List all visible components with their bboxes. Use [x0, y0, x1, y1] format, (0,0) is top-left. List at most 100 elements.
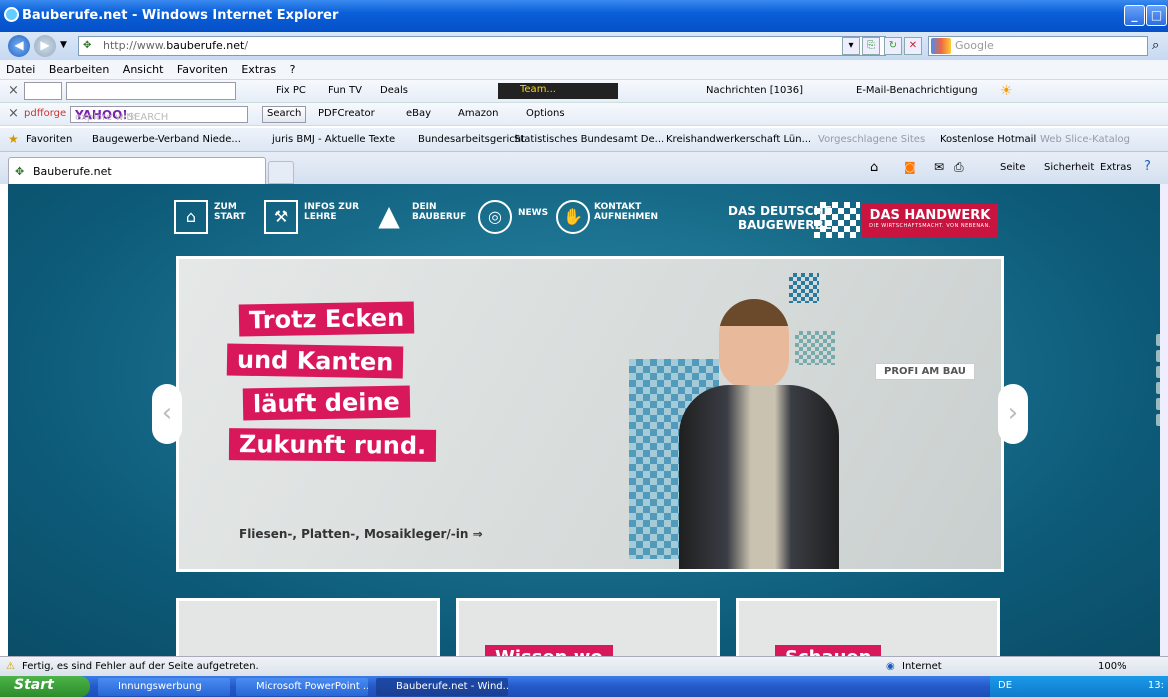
nav-bauberuf[interactable]: DEIN BAUBERUF: [412, 202, 466, 222]
maximize-button[interactable]: □: [1146, 5, 1167, 26]
nav-news[interactable]: NEWS: [518, 208, 548, 218]
task-ie-bauberufe[interactable]: Bauberufe.net - Wind...: [376, 678, 508, 696]
fav-statistisches[interactable]: Statistisches Bundesamt De...: [514, 134, 664, 145]
menu-extras[interactable]: Extras: [241, 63, 276, 76]
toolbar-ebay[interactable]: eBay: [406, 108, 431, 119]
forward-button[interactable]: ▶: [34, 35, 56, 57]
new-tab-button[interactable]: [268, 161, 294, 184]
system-tray: DE 13:: [990, 676, 1168, 697]
minimize-button[interactable]: _: [1124, 5, 1145, 26]
task-powerpoint[interactable]: Microsoft PowerPoint ...: [236, 678, 368, 696]
slider-prev-icon[interactable]: ‹: [152, 384, 182, 444]
hero-slider[interactable]: Trotz Ecken und Kanten läuft deine Zukun…: [176, 256, 1004, 572]
toolbar-options[interactable]: Options: [526, 108, 565, 119]
slider-next-icon[interactable]: ›: [998, 384, 1028, 444]
toolbar-deals[interactable]: Deals: [380, 85, 408, 96]
address-dropdown-icon[interactable]: ▾: [842, 37, 860, 55]
handwerk-logo[interactable]: DAS HANDWERK DIE WIRTSCHAFTSMACHT. VON N…: [862, 204, 998, 238]
search-input[interactable]: Google: [928, 36, 1148, 56]
toolbar-email[interactable]: E-Mail-Benachrichtigung: [856, 85, 978, 96]
tab-bauberufe[interactable]: ✥ Bauberufe.net: [8, 157, 266, 184]
tool-icon[interactable]: ⚒: [264, 200, 298, 234]
tool-seite[interactable]: Seite: [1000, 162, 1025, 173]
fav-bundesarbeitsgericht[interactable]: Bundesarbeitsgericht: [418, 134, 525, 145]
globe-icon[interactable]: ◎: [478, 200, 512, 234]
zoom-level[interactable]: 100%: [1098, 661, 1127, 672]
toolbar-logo-dropdown[interactable]: [24, 82, 62, 100]
tool-sicherheit[interactable]: Sicherheit: [1044, 162, 1094, 173]
addon-toolbar-1: × Fix PC Fun TV Deals Team... Nachrichte…: [0, 80, 1168, 103]
tool-extras[interactable]: Extras: [1100, 162, 1132, 173]
toolbar-funtv[interactable]: Fun TV: [328, 85, 362, 96]
fav-webslice[interactable]: Web Slice-Katalog: [1040, 134, 1130, 145]
stop-icon[interactable]: ✕: [904, 37, 922, 55]
search-placeholder: Google: [955, 39, 994, 52]
menu-datei[interactable]: Datei: [6, 63, 35, 76]
menu-ansicht[interactable]: Ansicht: [123, 63, 164, 76]
rss-icon[interactable]: ◙: [904, 160, 916, 174]
weather-icon[interactable]: ☀: [1000, 83, 1013, 99]
hero-caption-link[interactable]: Fliesen-, Platten-, Mosaikleger/-in ⇒: [239, 527, 483, 541]
tab-row: ✥ Bauberufe.net ⌂ ◙ ✉ ⎙ Seite Sicherheit…: [0, 152, 1168, 184]
start-button[interactable]: Start: [0, 676, 90, 697]
handshake-icon[interactable]: ✋: [556, 200, 590, 234]
refresh-icon[interactable]: ↻: [884, 37, 902, 55]
teaser-tile-1[interactable]: [176, 598, 440, 656]
fav-hotmail[interactable]: Kostenlose Hotmail: [940, 134, 1036, 145]
menu-favoriten[interactable]: Favoriten: [177, 63, 228, 76]
toolbar-pdfcreator[interactable]: PDFCreator: [318, 108, 375, 119]
warning-icon[interactable]: ⚠: [6, 661, 15, 672]
toolbar-team[interactable]: Team...: [498, 83, 618, 99]
nav-start[interactable]: ZUM START: [214, 202, 246, 222]
clock[interactable]: 13:: [1148, 680, 1164, 691]
language-indicator[interactable]: DE: [998, 680, 1012, 691]
tile2-headline: Wissen wo: [485, 645, 613, 656]
toolbar-amazon[interactable]: Amazon: [458, 108, 498, 119]
status-bar: ⚠ Fertig, es sind Fehler auf der Seite a…: [0, 656, 1168, 676]
fav-juris[interactable]: juris BMJ - Aktuelle Texte: [272, 134, 395, 145]
fav-baugewerbe[interactable]: Baugewerbe-Verband Niede...: [92, 134, 241, 145]
url-suffix: /: [244, 39, 249, 52]
fav-kreishandwerkerschaft[interactable]: Kreishandwerkerschaft Lün...: [666, 134, 811, 145]
search-button[interactable]: Search: [262, 106, 307, 123]
address-bar[interactable]: ✥ http://www.bauberufe.net/: [78, 36, 886, 56]
back-button[interactable]: ◀: [8, 35, 30, 57]
nav-lehre-l2: LEHRE: [304, 212, 337, 222]
fav-vorgeschlagene[interactable]: Vorgeschlagene Sites: [818, 134, 925, 145]
home-icon[interactable]: ⌂: [870, 160, 878, 175]
toolbar1-input[interactable]: [66, 82, 236, 100]
profi-badge: PROFI AM BAU: [875, 363, 975, 380]
menu-bearbeiten[interactable]: Bearbeiten: [49, 63, 109, 76]
mail-icon[interactable]: ✉: [934, 160, 944, 174]
nav-kontakt-l2: AUFNEHMEN: [594, 212, 658, 222]
history-dropdown-icon[interactable]: ▼: [60, 40, 67, 50]
vertical-scrollbar[interactable]: [1160, 184, 1168, 656]
close-toolbar2-icon[interactable]: ×: [8, 106, 19, 121]
nav-kontakt[interactable]: KONTAKT AUFNEHMEN: [594, 202, 658, 222]
nav-lehre[interactable]: INFOS ZUR LEHRE: [304, 202, 359, 222]
menu-bar: Datei Bearbeiten Ansicht Favoriten Extra…: [0, 60, 1168, 80]
teaser-tile-3[interactable]: Schauen: [736, 598, 1000, 656]
task-innungswerbung[interactable]: Innungswerbung: [98, 678, 230, 696]
page-viewport: ⌂ ZUM START ⚒ INFOS ZUR LEHRE ▲ DEIN BAUBER…: [8, 184, 1160, 656]
teaser-tile-2[interactable]: Wissen wo: [456, 598, 720, 656]
slogan-line-1: Trotz Ecken: [238, 301, 415, 337]
favorites-button[interactable]: Favoriten: [26, 134, 72, 145]
toolbar-nachrichten[interactable]: Nachrichten [1036]: [706, 85, 803, 96]
yahoo-search-input[interactable]: explore with YAHOO! SEARCH: [70, 106, 248, 123]
close-toolbar-icon[interactable]: ×: [8, 83, 19, 98]
toolbar-fixpc[interactable]: Fix PC: [276, 85, 306, 96]
pdfforge-logo[interactable]: pdfforge: [24, 108, 66, 119]
home-icon[interactable]: ⌂: [174, 200, 208, 234]
menu-help[interactable]: ?: [290, 63, 296, 76]
compat-icon[interactable]: ⎘: [862, 37, 880, 55]
search-icon[interactable]: ⌕: [1152, 38, 1159, 53]
site-favicon-icon: ✥: [83, 40, 92, 51]
slogan-line-3: läuft deine: [242, 385, 411, 421]
nav-start-l1: ZUM: [214, 202, 237, 212]
nav-bauberuf-l1: DEIN: [412, 202, 437, 212]
zone-label: Internet: [902, 661, 942, 672]
workers-icon[interactable]: ▲: [372, 200, 406, 234]
help-icon[interactable]: ?: [1144, 159, 1151, 174]
print-icon[interactable]: ⎙: [954, 160, 964, 175]
